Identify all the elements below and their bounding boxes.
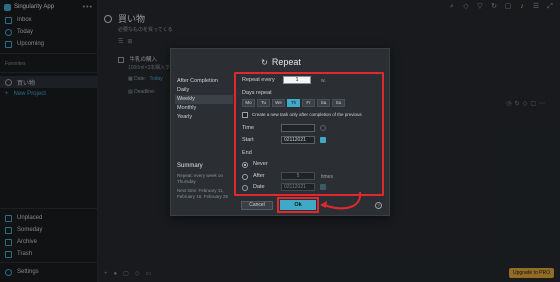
summary-heading: Summary — [177, 163, 203, 169]
dialog-title: ↻ Repeat — [171, 57, 391, 67]
frequency-weekly[interactable]: Weekly — [175, 95, 233, 104]
frequency-monthly[interactable]: Monthly — [175, 104, 233, 113]
repeat-icon: ↻ — [261, 58, 268, 67]
highlight-box — [234, 72, 384, 196]
dialog-title-text: Repeat — [271, 57, 301, 67]
cancel-button[interactable]: Cancel — [241, 201, 273, 210]
summary-text: Repeat: every week on Thursday — [177, 173, 224, 184]
summary-panel: Summary Repeat: every week on Thursday N… — [177, 163, 235, 200]
help-icon[interactable]: ? — [375, 202, 382, 209]
frequency-yearly[interactable]: Yearly — [175, 113, 233, 122]
next-time-text: Next time: February 11, February 18, Feb… — [177, 188, 229, 199]
frequency-after-completion[interactable]: After Completion — [175, 77, 233, 86]
frequency-list: After Completion Daily Weekly Monthly Ye… — [175, 77, 233, 122]
annotation-arrow — [320, 191, 362, 210]
frequency-daily[interactable]: Daily — [175, 86, 233, 95]
ok-button[interactable]: Ok — [280, 200, 316, 210]
